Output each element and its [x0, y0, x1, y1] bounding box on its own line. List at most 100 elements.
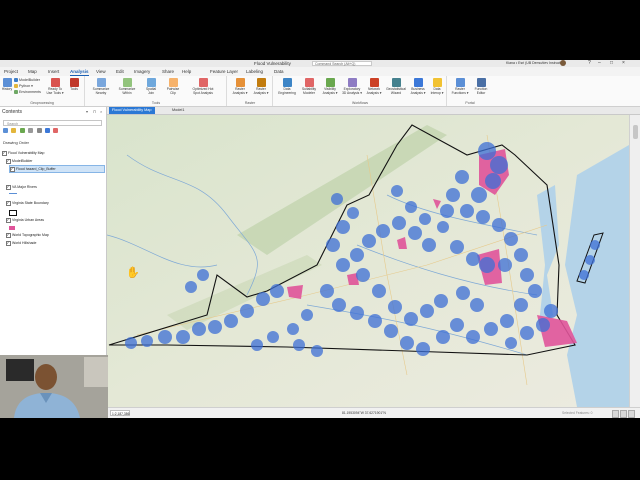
tab-help[interactable]: Help	[182, 69, 191, 74]
list-by-drawing-order-icon[interactable]	[3, 128, 8, 133]
help-icon[interactable]: ?	[588, 60, 591, 66]
exploratory-3d-icon	[347, 78, 357, 87]
layer-checkbox[interactable]	[6, 158, 11, 164]
layer-world-hillshade[interactable]: World Hillshade	[6, 240, 102, 246]
presenter-video	[0, 355, 108, 418]
layer-virginia-state-boundary[interactable]: Virginia State Boundary	[6, 200, 102, 206]
user-name[interactable]: Kiana • Esri (UB Demo/dev Instructor)	[506, 61, 565, 65]
map-canvas[interactable]	[107, 115, 629, 407]
raster-analysis-icon	[235, 78, 245, 87]
autohide-icon[interactable]: ⊓	[93, 109, 96, 114]
tab-feature-layer[interactable]: Feature Layer	[210, 69, 238, 74]
list-by-selection-icon[interactable]	[19, 128, 25, 133]
layer-flood-hazard-buffer[interactable]: Flood hazard_Clip_Buffer	[9, 165, 105, 173]
raster-analysis-button[interactable]: Raster Analysis ▾	[230, 78, 250, 95]
geoprocessing-group: History ModelBuilder Python ▾ Environmen…	[0, 76, 85, 106]
list-by-source-icon[interactable]	[11, 128, 17, 133]
layer-checkbox[interactable]	[6, 184, 11, 190]
scale-selector[interactable]: 1:2,187,386	[110, 410, 130, 416]
urban-swatch	[9, 226, 15, 230]
tab-insert[interactable]: Insert	[48, 69, 59, 74]
optimized-hot-spot-button[interactable]: Optimized Hot Spot Analysis	[186, 78, 220, 95]
tab-analysis[interactable]: Analysis	[70, 69, 89, 76]
history-icon	[2, 78, 12, 87]
map-vertical-scrollbar[interactable]	[629, 115, 640, 407]
tab-imagery[interactable]: Imagery	[134, 69, 150, 74]
network-icon	[369, 78, 379, 87]
suitability-modeler-button[interactable]: Suitability Modeler	[298, 78, 320, 95]
geostatistical-icon	[391, 78, 401, 87]
spatial-join-button[interactable]: Spatial Join	[142, 78, 160, 95]
layer-world-topographic-map[interactable]: World Topographic Map	[6, 232, 102, 238]
list-by-snapping-icon[interactable]	[36, 128, 42, 133]
layer-checkbox[interactable]	[6, 217, 11, 223]
tab-view[interactable]: View	[96, 69, 106, 74]
visibility-analysis-button[interactable]: Visibility Analysis ▾	[320, 78, 340, 95]
tools-button[interactable]: Tools	[68, 78, 80, 92]
avatar[interactable]	[560, 60, 566, 66]
layer-checkbox[interactable]	[6, 232, 11, 238]
close-icon[interactable]: ×	[100, 109, 102, 114]
selected-features-count[interactable]: Selected Features: 0	[562, 411, 592, 415]
scroll-thumb[interactable]	[633, 125, 638, 139]
snapping-button[interactable]	[628, 410, 635, 418]
pin-icon[interactable]: ▾	[86, 109, 88, 114]
layer-va-major-rivers[interactable]: VA Major Rivers	[6, 184, 102, 190]
environments-button[interactable]: Environments	[14, 90, 41, 95]
layer-checkbox[interactable]	[2, 150, 7, 156]
tab-share[interactable]: Share	[162, 69, 174, 74]
function-editor-button[interactable]: Function Editor	[471, 78, 491, 95]
data-engineering-button[interactable]: Data Engineering	[276, 78, 298, 95]
list-by-editing-icon[interactable]	[28, 128, 34, 133]
boundary-swatch	[9, 210, 17, 216]
contents-search-input[interactable]: Search	[3, 120, 102, 126]
rivers-swatch	[9, 193, 17, 195]
list-by-perspective-icon[interactable]	[53, 128, 59, 133]
tab-flood-vulnerability-map[interactable]: Flood Vulnerability Map	[109, 107, 155, 114]
tab-data[interactable]: Data	[274, 69, 284, 74]
tab-labeling[interactable]: Labeling	[246, 69, 263, 74]
tools-icon	[69, 78, 79, 87]
list-by-labeling-icon[interactable]	[44, 128, 50, 133]
layer-flood-vulnerability-map[interactable]: Flood Vulnerability Map	[2, 150, 102, 156]
tab-map[interactable]: Map	[28, 69, 37, 74]
layer-checkbox[interactable]	[6, 200, 11, 206]
close-button[interactable]: ×	[622, 60, 625, 66]
summarize-nearby-button[interactable]: Summarize Nearby	[90, 78, 112, 95]
business-analysis-button[interactable]: Business Analysis ▾	[408, 78, 428, 95]
layer-checkbox[interactable]	[6, 240, 11, 246]
function-editor-icon	[476, 78, 486, 87]
tab-edit[interactable]: Edit	[116, 69, 124, 74]
pairwise-clip-icon	[168, 78, 178, 87]
hand-cursor-icon: ✋	[126, 267, 140, 279]
minimize-button[interactable]: –	[598, 60, 601, 66]
portal-group: Raster Functions ▾ Function Editor Porta…	[448, 76, 492, 106]
map-view[interactable]	[107, 115, 629, 407]
ready-to-use-tools-button[interactable]: Ready To Use Tools ▾	[46, 78, 64, 95]
tab-model1[interactable]: Model1	[169, 107, 187, 114]
window-title: Flood Vulnerability	[254, 61, 291, 66]
command-search-input[interactable]: Command Search (Alt+Q)	[312, 61, 372, 66]
tab-project[interactable]: Project	[4, 69, 18, 74]
modelbuilder-button[interactable]: ModelBuilder	[14, 78, 40, 83]
refresh-button[interactable]	[620, 410, 627, 418]
layer-modelbuilder[interactable]: ModelBuilder	[6, 158, 102, 164]
history-button[interactable]: History	[1, 78, 13, 92]
pause-drawing-button[interactable]	[612, 410, 619, 418]
drawing-order-heading: Drawing Order	[3, 140, 30, 145]
maximize-button[interactable]: □	[610, 60, 613, 66]
geostatistical-wizard-button[interactable]: Geostatistical Wizard	[384, 78, 408, 95]
python-button[interactable]: Python ▾	[14, 84, 33, 89]
data-interop-button[interactable]: Data Interop ▾	[428, 78, 446, 95]
summarize-within-button[interactable]: Summarize Within	[116, 78, 138, 95]
visibility-icon	[325, 78, 335, 87]
exploratory-3d-button[interactable]: Exploratory 3D Analysis ▾	[340, 78, 364, 95]
workflows-group: Data Engineering Suitability Modeler Vis…	[274, 76, 447, 106]
raster-functions-button[interactable]: Raster Functions ▾	[450, 78, 470, 95]
network-analysis-button[interactable]: Network Analysis ▾	[364, 78, 384, 95]
raster-analysis-2-button[interactable]: Raster Analysis ▾	[251, 78, 271, 95]
pairwise-clip-button[interactable]: Pairwise Clip	[164, 78, 182, 95]
layer-virginia-urban-areas[interactable]: Virginia Urban Areas	[6, 217, 102, 223]
layer-checkbox[interactable]	[10, 166, 15, 172]
summarize-within-icon	[122, 78, 132, 87]
